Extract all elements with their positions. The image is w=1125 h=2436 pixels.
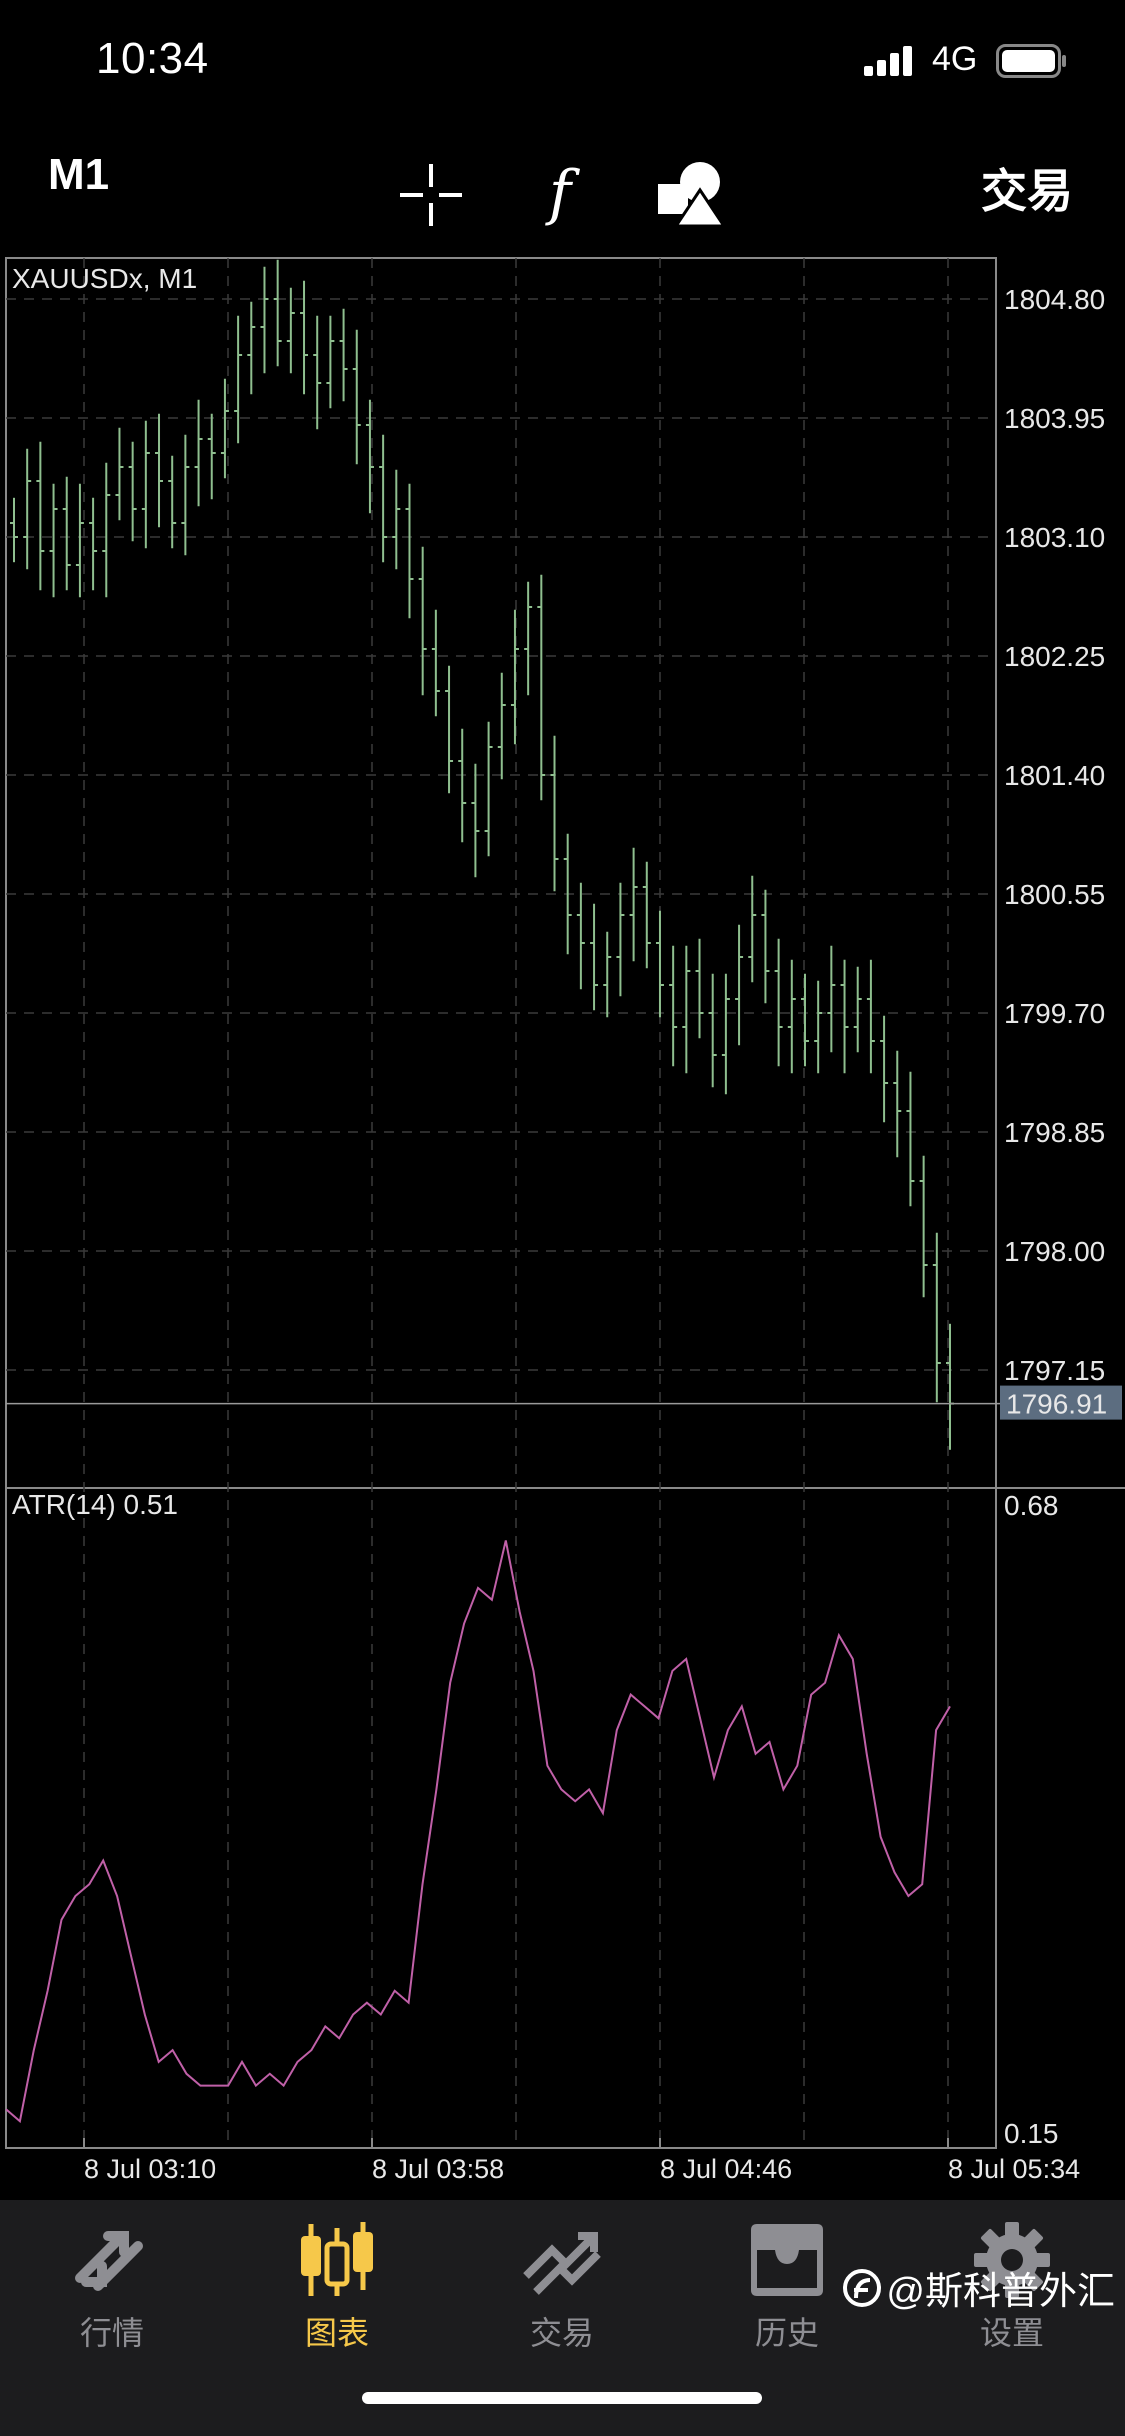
time-tick-label: 8 Jul 05:34: [948, 2154, 1080, 2184]
function-icon[interactable]: f: [530, 158, 590, 228]
atr-indicator-label: ATR(14) 0.51: [12, 1489, 178, 1520]
price-tick-label: 1799.70: [1004, 998, 1105, 1029]
watermark: @斯科普外汇: [842, 2260, 1115, 2315]
chart-area[interactable]: 1804.80 1803.95 1803.10 1802.25 1801.40 1800.…: [0, 253, 1125, 2200]
trade-button[interactable]: 交易: [981, 155, 1073, 221]
time-tick-label: 8 Jul 04:46: [660, 2154, 792, 2184]
signal-icon: [864, 46, 912, 76]
chart-frame: [5, 257, 997, 2149]
price-tick-label: 1801.40: [1004, 760, 1105, 791]
chart-canvas[interactable]: 1804.80 1803.95 1803.10 1802.25 1801.40 1800.…: [0, 253, 1125, 2200]
time-tick-label: 8 Jul 03:58: [372, 2154, 504, 2184]
tab-chart[interactable]: 图表: [257, 2220, 417, 2360]
time-tick-label: 8 Jul 03:10: [84, 2154, 216, 2184]
tab-label: 行情: [79, 2315, 144, 2351]
watermark-text: @斯科普外汇: [886, 2271, 1115, 2313]
price-tick-label: 1797.15: [1004, 1355, 1105, 1386]
network-type: 4G: [932, 40, 978, 78]
tab-trade[interactable]: 交易: [482, 2220, 642, 2360]
battery-icon: [996, 44, 1066, 78]
tab-quotes[interactable]: 行情: [32, 2220, 192, 2360]
trade-icon: [523, 2232, 601, 2295]
price-tick-label: 1803.95: [1004, 403, 1105, 434]
price-tick-label: 1802.25: [1004, 641, 1105, 672]
current-price-label: 1796.91: [1006, 1389, 1107, 1420]
status-time: 10:34: [96, 34, 209, 83]
price-tick-label: 1798.85: [1004, 1117, 1105, 1148]
price-tick-label: 1803.10: [1004, 522, 1105, 553]
chart-candles-icon: [301, 2222, 373, 2296]
chart-symbol-label: XAUUSDx, M1: [12, 263, 198, 294]
crosshair-icon[interactable]: [396, 160, 466, 230]
tab-label: 交易: [529, 2315, 594, 2351]
atr-tick-label: 0.68: [1004, 1490, 1059, 1521]
atr-tick-label: 0.15: [1004, 2118, 1059, 2149]
quotes-icon: [75, 2231, 143, 2291]
price-tick-label: 1798.00: [1004, 1236, 1105, 1267]
timeframe-button[interactable]: M1: [48, 150, 109, 200]
price-tick-label: 1800.55: [1004, 879, 1105, 910]
objects-icon[interactable]: [656, 156, 728, 228]
watermark-logo-icon: [843, 2268, 882, 2307]
atr-line: [5, 1540, 951, 2124]
chart-toolbar: M1 f 交易: [0, 120, 1125, 255]
price-tick-label: 1804.80: [1004, 284, 1105, 315]
history-icon: [751, 2224, 823, 2296]
status-bar: 10:34 4G: [0, 0, 1125, 120]
home-indicator[interactable]: [362, 2392, 762, 2404]
tab-label: 图表: [304, 2315, 369, 2351]
